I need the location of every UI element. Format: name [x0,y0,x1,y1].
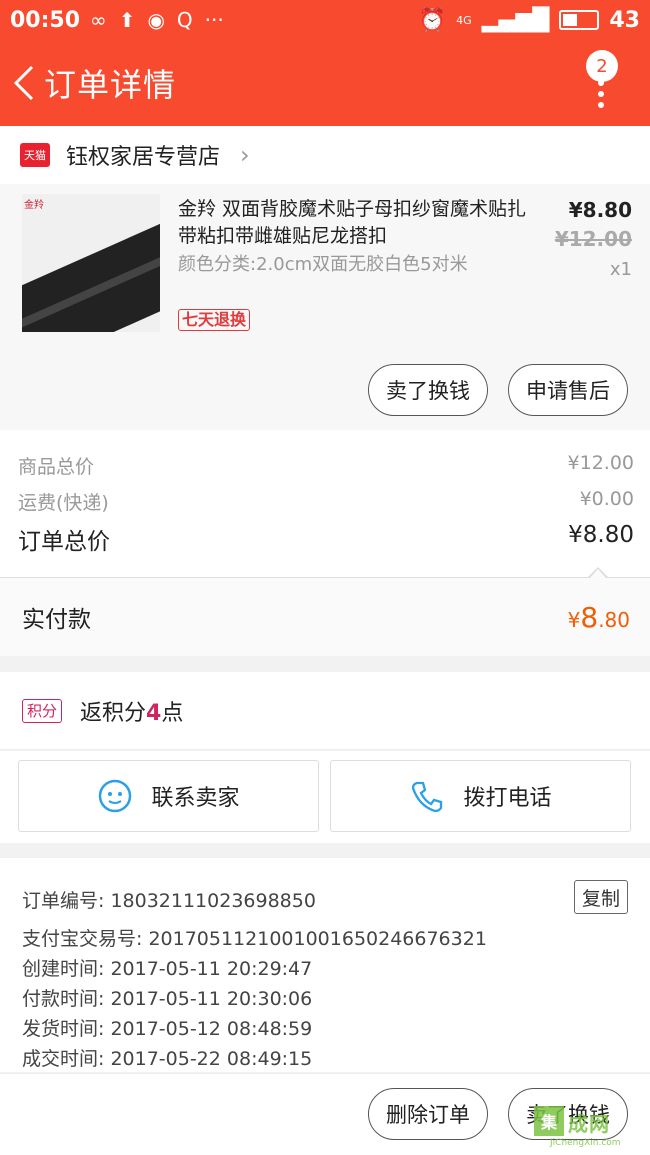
order-total-label: 订单总价 [18,529,110,555]
hotspot-icon: ◉ [147,8,165,32]
order-total-value: ¥8.80 [568,522,634,548]
product-original-price: ¥12.00 [554,227,632,251]
signal-icon: ▂▄▆█ [481,7,550,33]
contact-section: 联系卖家 拨打电话 [0,751,650,843]
more-notifications-icon: ··· [204,8,224,32]
contact-seller-label: 联系卖家 [151,786,240,811]
return-policy-badge: 七天退换 [178,309,251,331]
title-bar: 订单详情 2 [0,40,650,126]
points-text: 返积分4点 [80,700,184,726]
site-watermark: 集 成网 JiChengXin.com [530,1104,650,1150]
points-row: 积分 返积分4点 [0,672,650,750]
thumb-brand-logo: 金羚 [24,200,44,211]
shop-header[interactable]: 天猫 钰权家居专营店 › [0,126,650,184]
delete-order-button[interactable]: 删除订单 [368,1088,488,1140]
infinity-icon: ∞ [90,8,107,32]
goods-total-value: ¥12.00 [567,452,634,474]
product-item[interactable]: 金羚 金羚 双面背胶魔术贴子母扣纱窗魔术贴扎带粘扣带雌雄贴尼龙搭扣 颜色分类:2… [0,184,650,430]
chevron-right-icon: › [240,141,250,169]
battery-icon [559,10,600,30]
product-price: ¥8.80 [568,198,632,222]
q-icon: Q [176,8,193,32]
sell-for-cash-button[interactable]: 卖了换钱 [368,364,488,416]
price-summary: 商品总价 ¥12.00 运费(快递) ¥0.00 订单总价 ¥8.80 [0,430,650,578]
battery-level: 43 [609,7,640,33]
completed-time: 成交时间: 2017-05-22 08:49:15 [22,1048,313,1070]
paid-time: 付款时间: 2017-05-11 20:30:06 [22,988,313,1010]
created-time: 创建时间: 2017-05-11 20:29:47 [22,958,313,980]
shop-name: 钰权家居专营店 [66,145,221,170]
goods-total-row: 商品总价 ¥12.00 [0,452,650,479]
apply-aftersale-button[interactable]: 申请售后 [508,364,628,416]
goods-total-label: 商品总价 [18,456,95,478]
alarm-icon: ⏰ [418,7,447,33]
shipping-label: 运费(快递) [18,492,109,514]
order-total-row: 订单总价 ¥8.80 [0,522,650,556]
copy-order-button[interactable]: 复制 [574,880,628,914]
shipping-row: 运费(快递) ¥0.00 [0,488,650,515]
watermark-url: JiChengXin.com [550,1138,621,1148]
chat-bubble-icon [97,778,133,814]
call-phone-label: 拨打电话 [463,786,552,811]
shipping-value: ¥0.00 [579,488,634,510]
phone-icon [409,778,445,814]
notification-badge: 2 [586,50,618,82]
contact-seller-button[interactable]: 联系卖家 [18,760,319,832]
status-bar: 00:50 ∞ ⬆ ◉ Q ··· ⏰ 4G ▂▄▆█ 43 [0,0,650,40]
status-time: 00:50 [10,7,81,33]
tmall-icon: 天猫 [20,143,50,167]
product-quantity: x1 [609,259,632,280]
watermark-logo: 集 [534,1106,564,1136]
alipay-transaction-number: 支付宝交易号: 2017051121001001650246676321 [22,928,487,950]
actual-payment-value: ¥8.80 [567,600,630,634]
call-phone-button[interactable]: 拨打电话 [330,760,631,832]
back-arrow-icon[interactable] [4,40,44,126]
page-title: 订单详情 [44,66,177,104]
product-title: 金羚 双面背胶魔术贴子母扣纱窗魔术贴扎带粘扣带雌雄贴尼龙搭扣 [178,198,527,247]
product-spec: 颜色分类:2.0cm双面无胶白色5对米 [178,254,468,275]
points-tag: 积分 [22,698,63,723]
product-thumbnail[interactable]: 金羚 [22,194,160,332]
order-info: 订单编号: 18032111023698850 复制 支付宝交易号: 20170… [0,858,650,1072]
shipped-time: 发货时间: 2017-05-12 08:48:59 [22,1018,313,1040]
actual-payment-label: 实付款 [22,607,91,633]
network-type: 4G [456,13,472,27]
watermark-text: 成网 [568,1112,610,1136]
more-dots-icon [598,80,604,113]
actual-payment-row: 实付款 ¥8.80 [0,578,650,656]
more-menu-button[interactable]: 2 [582,50,622,110]
upload-icon: ⬆ [118,8,136,32]
order-number: 订单编号: 18032111023698850 [22,890,316,912]
